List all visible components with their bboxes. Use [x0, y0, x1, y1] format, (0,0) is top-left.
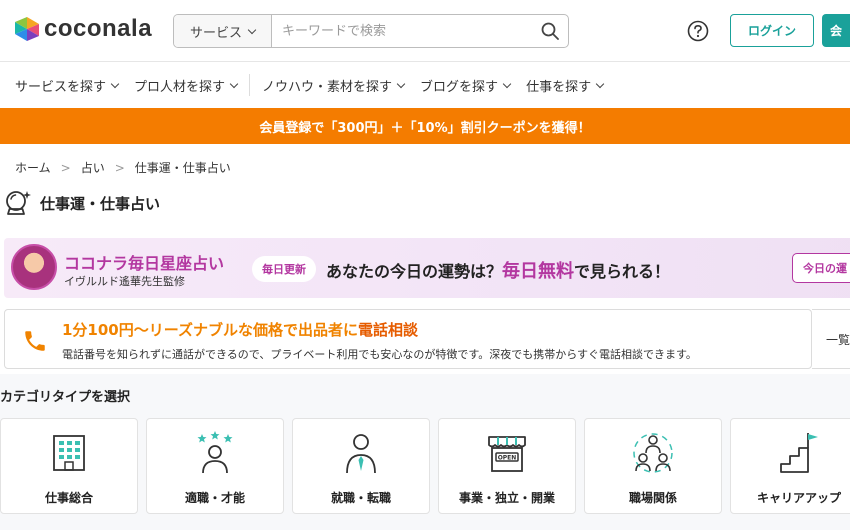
- breadcrumb-home[interactable]: ホーム: [15, 159, 51, 176]
- nav-item-pro-talent[interactable]: プロ人材を探す: [126, 76, 245, 95]
- nav-item-knowhow[interactable]: ノウハウ・素材を探す: [254, 76, 412, 95]
- chevron-down-icon: [595, 79, 605, 88]
- logo[interactable]: coconala: [14, 15, 152, 43]
- daily-update-badge: 毎日更新: [252, 256, 316, 282]
- phone-consult-banner[interactable]: 1分100円〜リーズナブルな価格で出品者に電話相談 電話番号を知られずに通話がで…: [4, 309, 812, 369]
- crystal-ball-icon: [6, 191, 31, 215]
- category-label: 事業・独立・開業: [458, 491, 555, 505]
- breadcrumb-separator: >: [114, 160, 125, 175]
- category-card-job-change[interactable]: 就職・転職: [292, 418, 430, 514]
- category-grid: 仕事総合 適職・才能 就職・転職 OPEN 事業・独立・開業 職場関係 キャリア…: [0, 418, 850, 514]
- nav-item-label: サービスを探す: [15, 79, 107, 95]
- phone-icon: [25, 331, 45, 351]
- horoscope-banner-title: ココナラ毎日星座占い: [64, 254, 225, 273]
- help-icon[interactable]: [687, 20, 709, 42]
- person-tie-icon: [346, 434, 376, 474]
- breadcrumb-current: 仕事運・仕事占い: [134, 161, 231, 175]
- page-title-row: 仕事運・仕事占い: [4, 190, 160, 216]
- group-people-icon: [633, 433, 673, 473]
- list-link[interactable]: 一覧: [812, 309, 850, 369]
- horoscope-cta-button[interactable]: 今日の運: [792, 253, 850, 283]
- horoscope-banner-headline: あなたの今日の運勢は？毎日無料で見られる！: [326, 257, 670, 283]
- phone-consult-title-highlight: 電話相談: [358, 321, 419, 339]
- nav-item-label: プロ人材を探す: [134, 79, 226, 95]
- headline-emphasis: 毎日無料: [502, 261, 575, 282]
- category-label: 就職・転職: [330, 491, 391, 505]
- nav-item-services[interactable]: サービスを探す: [0, 76, 126, 95]
- chevron-down-icon: [110, 79, 120, 88]
- nav-item-label: ブログを探す: [420, 79, 499, 95]
- register-button[interactable]: 会: [822, 14, 850, 47]
- page-title: 仕事運・仕事占い: [40, 194, 161, 213]
- chevron-down-icon: [396, 79, 406, 88]
- breadcrumb-fortune[interactable]: 占い: [81, 159, 105, 176]
- search-input[interactable]: [272, 15, 532, 47]
- category-card-workplace[interactable]: 職場関係: [584, 418, 722, 514]
- search-button[interactable]: [532, 15, 568, 47]
- search-category-select[interactable]: サービス: [174, 15, 272, 47]
- nav-item-label: 仕事を探す: [526, 79, 592, 95]
- shop-open-icon: OPEN: [488, 436, 526, 472]
- breadcrumb: ホーム > 占い > 仕事運・仕事占い: [15, 159, 231, 176]
- svg-text:OPEN: OPEN: [498, 455, 517, 462]
- category-label: 適職・才能: [184, 491, 245, 505]
- search-bar: サービス: [173, 14, 569, 48]
- phone-consult-description: 電話番号を知られずに通話ができるので、プライベート利用でも安心なのが特徴です。深…: [62, 348, 697, 361]
- headline-part-1: あなたの今日の運勢は？: [326, 262, 503, 281]
- chevron-down-icon: [502, 79, 512, 88]
- headline-part-2: で見られる！: [574, 262, 671, 281]
- nav-divider: [249, 74, 251, 96]
- category-label: 仕事総合: [44, 491, 93, 505]
- category-nav: サービスを探す プロ人材を探す ノウハウ・素材を探す ブログを探す 仕事を探す: [0, 63, 850, 107]
- category-label: キャリアアップ: [756, 491, 841, 505]
- site-header: coconala サービス ログイン 会: [0, 0, 850, 62]
- category-card-business[interactable]: OPEN 事業・独立・開業: [438, 418, 576, 514]
- logo-text: coconala: [44, 15, 153, 42]
- horoscope-banner-subtitle: イヴルルド遙華先生監修: [64, 275, 185, 288]
- fortune-teller-avatar: [11, 244, 57, 290]
- stairs-flag-icon: [780, 433, 818, 473]
- building-icon: [53, 435, 85, 471]
- nav-item-jobs[interactable]: 仕事を探す: [518, 76, 611, 95]
- login-button[interactable]: ログイン: [730, 14, 814, 47]
- nav-item-blog[interactable]: ブログを探す: [412, 76, 518, 95]
- person-stars-icon: [197, 431, 233, 474]
- search-icon: [541, 22, 559, 40]
- category-card-aptitude[interactable]: 適職・才能: [146, 418, 284, 514]
- breadcrumb-separator: >: [60, 160, 71, 175]
- logo-mark-icon: [15, 17, 39, 41]
- category-card-career-up[interactable]: キャリアアップ: [730, 418, 850, 514]
- category-card-work-general[interactable]: 仕事総合: [0, 418, 138, 514]
- chevron-down-icon: [247, 25, 257, 34]
- search-category-label: サービス: [189, 25, 242, 41]
- category-label: 職場関係: [628, 491, 677, 505]
- nav-item-label: ノウハウ・素材を探す: [262, 79, 393, 95]
- phone-consult-title-prefix: 1分100円〜リーズナブルな価格で出品者に: [62, 321, 358, 339]
- promo-banner[interactable]: 会員登録で「300円」＋「10%」割引クーポンを獲得！: [0, 108, 850, 144]
- category-section-title: カテゴリタイプを選択: [0, 390, 131, 405]
- horoscope-banner[interactable]: ココナラ毎日星座占い イヴルルド遙華先生監修 毎日更新 あなたの今日の運勢は？毎…: [4, 238, 850, 298]
- phone-consult-title: 1分100円〜リーズナブルな価格で出品者に電話相談: [62, 319, 418, 340]
- chevron-down-icon: [229, 79, 239, 88]
